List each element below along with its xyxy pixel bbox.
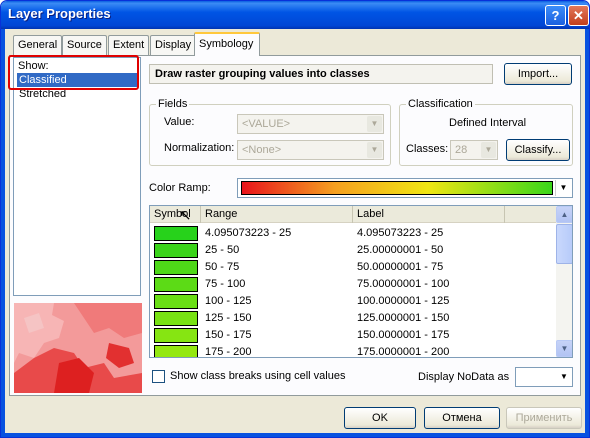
- class-label[interactable]: 175.0000001 - 200: [357, 344, 449, 357]
- class-symbol-swatch[interactable]: [154, 226, 198, 241]
- nodata-color-select[interactable]: ▼: [515, 367, 573, 387]
- chevron-down-icon: ▼: [367, 116, 382, 132]
- class-label[interactable]: 25.00000001 - 50: [357, 242, 443, 259]
- color-ramp-label: Color Ramp:: [149, 182, 211, 194]
- class-label[interactable]: 4.095073223 - 25: [357, 225, 443, 242]
- class-label[interactable]: 100.0000001 - 125: [357, 293, 449, 310]
- display-nodata-label: Display NoData as: [418, 371, 510, 383]
- class-range[interactable]: 175 - 200: [205, 344, 251, 357]
- column-header-symbol[interactable]: Symbol: [150, 206, 201, 223]
- table-row[interactable]: 100 - 125 100.0000001 - 125: [150, 293, 556, 310]
- value-label: Value:: [164, 116, 195, 128]
- window-frame-left: [1, 29, 5, 437]
- close-button[interactable]: ✕: [568, 5, 589, 26]
- show-class-breaks-checkbox[interactable]: [152, 370, 165, 383]
- class-range[interactable]: 25 - 50: [205, 242, 239, 259]
- class-range[interactable]: 125 - 150: [205, 310, 251, 327]
- normalization-select[interactable]: <None> ▼: [237, 140, 384, 160]
- value-field-select[interactable]: <VALUE> ▼: [237, 114, 384, 134]
- class-symbol-swatch[interactable]: [154, 345, 198, 357]
- table-row[interactable]: 150 - 175 150.0000001 - 175: [150, 327, 556, 344]
- raster-preview-image: [14, 303, 142, 393]
- fields-group-label: Fields: [156, 98, 190, 110]
- chevron-down-icon[interactable]: ▼: [555, 180, 571, 196]
- class-table[interactable]: Symbol Range Label 4.095073223 - 25 4.095…: [149, 205, 573, 358]
- classes-value: 28: [455, 144, 468, 156]
- window-frame-bottom: [1, 433, 589, 437]
- tab-extent[interactable]: Extent: [108, 35, 150, 55]
- class-label[interactable]: 150.0000001 - 175: [357, 327, 449, 344]
- scroll-down-icon[interactable]: ▼: [556, 340, 572, 357]
- scroll-thumb[interactable]: [556, 224, 572, 264]
- classify-button[interactable]: Classify...: [506, 139, 570, 161]
- classification-group-label: Classification: [406, 98, 475, 110]
- class-range[interactable]: 50 - 75: [205, 259, 239, 276]
- title-bar[interactable]: Layer Properties ? ✕: [1, 1, 589, 29]
- mouse-pointer-icon: ↖: [179, 207, 192, 224]
- class-label[interactable]: 75.00000001 - 100: [357, 276, 449, 293]
- value-field-value: <VALUE>: [242, 118, 291, 130]
- class-range[interactable]: 4.095073223 - 25: [205, 225, 291, 242]
- classes-select[interactable]: 28 ▼: [450, 140, 498, 160]
- class-symbol-swatch[interactable]: [154, 328, 198, 343]
- class-symbol-swatch[interactable]: [154, 311, 198, 326]
- table-header: Symbol Range Label: [150, 206, 556, 223]
- normalization-value: <None>: [242, 144, 282, 156]
- classification-method: Defined Interval: [449, 117, 527, 129]
- chevron-down-icon: ▼: [560, 372, 568, 381]
- table-row[interactable]: 125 - 150 125.0000001 - 150: [150, 310, 556, 327]
- tab-display[interactable]: Display: [150, 35, 197, 55]
- table-row[interactable]: 175 - 200 175.0000001 - 200: [150, 344, 556, 357]
- help-button[interactable]: ?: [545, 5, 566, 26]
- layer-properties-window: Layer Properties ? ✕ General Source Exte…: [0, 0, 590, 438]
- class-symbol-swatch[interactable]: [154, 243, 198, 258]
- apply-button[interactable]: Применить: [506, 407, 582, 429]
- show-class-breaks-label[interactable]: Show class breaks using cell values: [170, 370, 345, 382]
- column-header-range[interactable]: Range: [201, 206, 353, 223]
- class-symbol-swatch[interactable]: [154, 277, 198, 292]
- highlight-annotation: [8, 55, 139, 90]
- tab-general[interactable]: General: [13, 35, 63, 55]
- class-symbol-swatch[interactable]: [154, 294, 198, 309]
- ok-button[interactable]: OK: [344, 407, 416, 429]
- class-range[interactable]: 100 - 125: [205, 293, 251, 310]
- class-label[interactable]: 125.0000001 - 150: [357, 310, 449, 327]
- table-row[interactable]: 50 - 75 50.00000001 - 75: [150, 259, 556, 276]
- class-range[interactable]: 150 - 175: [205, 327, 251, 344]
- vertical-scrollbar[interactable]: ▲ ▼: [556, 206, 572, 357]
- color-ramp-select[interactable]: ▼: [237, 178, 573, 198]
- window-frame-right: [585, 29, 589, 437]
- chevron-down-icon: ▼: [367, 142, 382, 158]
- column-header-label[interactable]: Label: [353, 206, 505, 223]
- column-header-count: [505, 206, 556, 223]
- tab-symbology[interactable]: Symbology: [194, 32, 260, 56]
- class-symbol-swatch[interactable]: [154, 260, 198, 275]
- table-row[interactable]: 75 - 100 75.00000001 - 100: [150, 276, 556, 293]
- import-button[interactable]: Import...: [504, 63, 572, 85]
- scroll-up-icon[interactable]: ▲: [556, 206, 572, 223]
- cancel-button[interactable]: Отмена: [424, 407, 500, 429]
- class-label[interactable]: 50.00000001 - 75: [357, 259, 443, 276]
- normalization-label: Normalization:: [164, 142, 235, 154]
- color-ramp-swatch: [241, 181, 553, 195]
- table-row[interactable]: 4.095073223 - 25 4.095073223 - 25: [150, 225, 556, 242]
- show-list[interactable]: Show: Classified Stretched: [13, 57, 141, 296]
- window-title: Layer Properties: [8, 6, 111, 21]
- class-range[interactable]: 75 - 100: [205, 276, 245, 293]
- table-row[interactable]: 25 - 50 25.00000001 - 50: [150, 242, 556, 259]
- renderer-description: Draw raster grouping values into classes: [149, 64, 493, 84]
- tab-source[interactable]: Source: [62, 35, 107, 55]
- chevron-down-icon: ▼: [481, 142, 496, 158]
- classes-label: Classes:: [406, 143, 449, 155]
